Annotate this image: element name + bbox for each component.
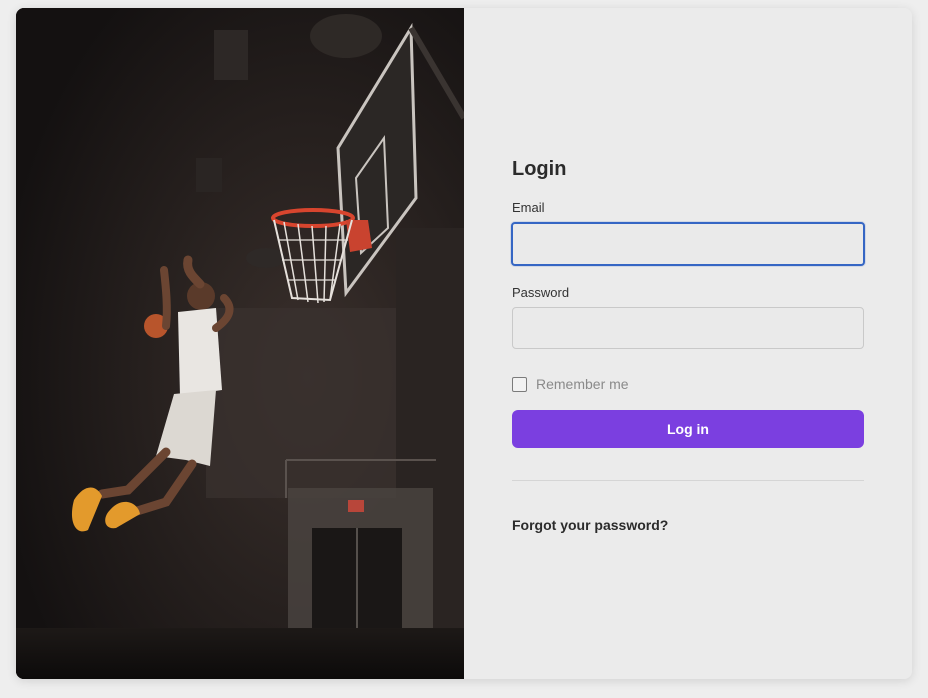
gym-photo <box>16 8 464 679</box>
forgot-password-link[interactable]: Forgot your password? <box>512 517 668 533</box>
login-title: Login <box>512 158 567 180</box>
remember-me-checkbox[interactable] <box>512 376 527 392</box>
remember-me-label[interactable]: Remember me <box>536 376 629 392</box>
email-label: Email <box>512 200 545 215</box>
divider <box>512 480 864 481</box>
remember-me-row[interactable]: Remember me <box>512 375 864 393</box>
email-field[interactable] <box>511 222 865 266</box>
hero-image <box>16 8 464 679</box>
exit-sign-icon <box>348 500 364 512</box>
login-panel: Login Email Password Remember me Log in … <box>464 8 912 679</box>
login-card: Login Email Password Remember me Log in … <box>16 8 912 679</box>
login-button[interactable]: Log in <box>512 410 864 448</box>
password-label: Password <box>512 285 570 300</box>
login-form: Login Email Password Remember me Log in … <box>511 156 865 535</box>
password-field[interactable] <box>512 307 864 349</box>
